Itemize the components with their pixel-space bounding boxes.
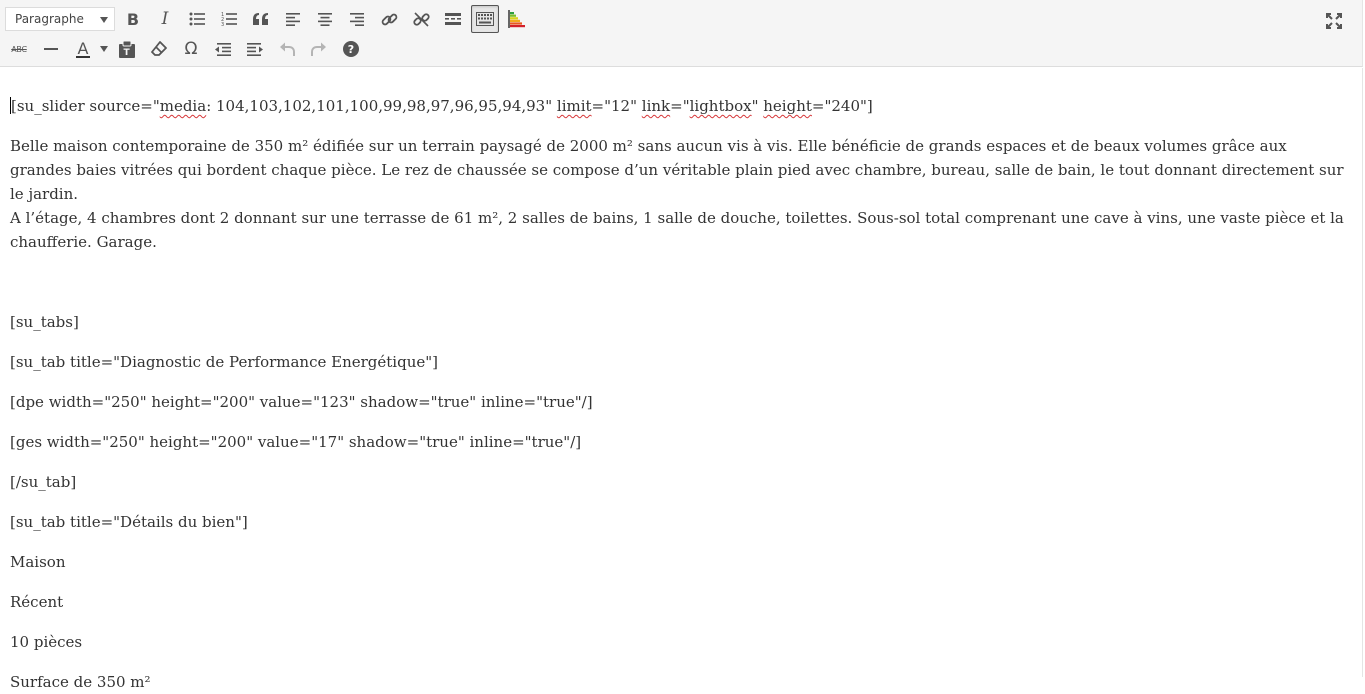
text-color-icon: A — [75, 38, 91, 58]
redo-button[interactable] — [305, 35, 333, 63]
chevron-down-icon — [100, 46, 108, 52]
energy-rating-button[interactable] — [503, 5, 531, 33]
shortcode-line: [su_tabs] — [10, 313, 79, 331]
clear-formatting-button[interactable] — [145, 35, 173, 63]
empty-line — [10, 270, 1352, 310]
spellcheck-word: height — [763, 97, 812, 115]
fullscreen-button[interactable] — [1320, 7, 1348, 35]
toolbar-toggle-icon — [476, 12, 494, 26]
editor-content[interactable]: [su_slider source="media: 104,103,102,10… — [0, 68, 1363, 691]
slider-shortcode: [su_slider source="media: 104,103,102,10… — [10, 97, 873, 115]
paste-text-icon: T — [119, 40, 135, 58]
remove-link-button[interactable] — [407, 5, 435, 33]
align-left-button[interactable] — [279, 5, 307, 33]
shortcode-line: [su_tab title="Détails du bien"] — [10, 513, 248, 531]
strikethrough-button[interactable]: ABC — [5, 35, 33, 63]
detail-line: Surface de 350 m² — [10, 673, 151, 691]
text-color-button[interactable]: A — [69, 35, 97, 63]
blockquote-button[interactable] — [247, 5, 275, 33]
detail-line: Maison — [10, 553, 66, 571]
blockquote-icon — [253, 13, 268, 25]
undo-button[interactable] — [273, 35, 301, 63]
horizontal-line-button[interactable] — [37, 35, 65, 63]
shortcode-line: [/su_tab] — [10, 473, 77, 491]
indent-icon — [247, 42, 263, 56]
spellcheck-word: media — [159, 97, 207, 115]
toolbar-row-2: ABC A T Ω ? — [5, 34, 369, 64]
bold-icon: B — [126, 9, 140, 29]
align-center-button[interactable] — [311, 5, 339, 33]
toolbar-toggle-button[interactable] — [471, 5, 499, 33]
horizontal-line-icon — [44, 48, 58, 50]
align-right-icon — [350, 12, 364, 26]
detail-line: 10 pièces — [10, 633, 83, 651]
read-more-icon — [445, 13, 461, 25]
toolbar-row-1: Paragraphe B I 123 — [5, 4, 535, 34]
spellcheck-word: limit — [556, 97, 592, 115]
align-left-icon — [286, 12, 300, 26]
numbered-list-button[interactable]: 123 — [215, 5, 243, 33]
description-paragraph-1: Belle maison contemporaine de 350 m² édi… — [10, 137, 1344, 203]
shortcode-line: [ges width="250" height="200" value="17"… — [10, 433, 582, 451]
bold-button[interactable]: B — [119, 5, 147, 33]
spellcheck-word: lightbox — [689, 97, 752, 115]
unlink-icon — [412, 11, 430, 27]
special-character-button[interactable]: Ω — [177, 35, 205, 63]
chevron-down-icon — [100, 17, 108, 23]
paste-as-text-button[interactable]: T — [113, 35, 141, 63]
shortcode-line: [dpe width="250" height="200" value="123… — [10, 393, 593, 411]
link-icon — [381, 13, 397, 25]
fullscreen-icon — [1326, 13, 1342, 29]
bullet-list-icon — [189, 12, 205, 26]
special-character-icon: Ω — [184, 39, 198, 59]
outdent-icon — [215, 42, 231, 56]
outdent-button[interactable] — [209, 35, 237, 63]
editor-toolbar: Paragraphe B I 123 ABC A T Ω ? — [0, 0, 1363, 67]
italic-icon: I — [161, 9, 169, 29]
undo-icon — [280, 42, 295, 56]
format-select-value: Paragraphe — [15, 12, 84, 26]
read-more-button[interactable] — [439, 5, 467, 33]
spellcheck-word: link — [641, 97, 671, 115]
redo-icon — [311, 42, 326, 56]
insert-link-button[interactable] — [375, 5, 403, 33]
format-select[interactable]: Paragraphe — [5, 7, 115, 31]
shortcode-line: [su_tab title="Diagnostic de Performance… — [10, 353, 438, 371]
svg-text:3: 3 — [221, 22, 224, 26]
svg-text:T: T — [124, 48, 131, 58]
description-paragraph-2: A l’étage, 4 chambres dont 2 donnant sur… — [10, 209, 1344, 251]
align-center-icon — [318, 12, 332, 26]
italic-button[interactable]: I — [151, 5, 179, 33]
numbered-list-icon: 123 — [221, 12, 237, 26]
help-button[interactable]: ? — [337, 35, 365, 63]
indent-button[interactable] — [241, 35, 269, 63]
help-icon: ? — [343, 41, 359, 57]
align-right-button[interactable] — [343, 5, 371, 33]
bullet-list-button[interactable] — [183, 5, 211, 33]
text-color-dropdown[interactable] — [97, 35, 111, 63]
energy-rating-icon — [508, 10, 525, 28]
strikethrough-icon: ABC — [11, 44, 27, 54]
detail-line: Récent — [10, 593, 64, 611]
clear-formatting-icon — [151, 41, 167, 56]
